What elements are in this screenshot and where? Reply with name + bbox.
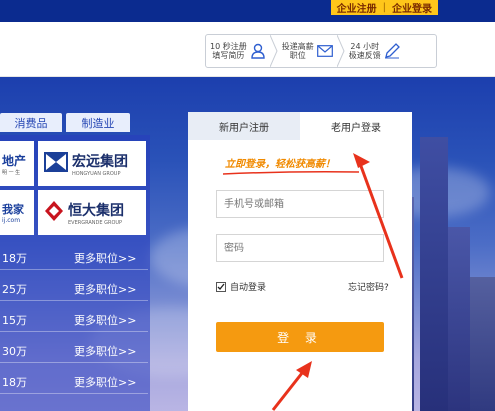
hongyuan-logo-mark	[44, 151, 68, 176]
category-tab-consumer[interactable]: 消费品	[0, 113, 62, 132]
password-input[interactable]	[216, 234, 384, 262]
more-jobs-link[interactable]: 更多职位>>	[74, 374, 136, 390]
category-tab-manufacturing[interactable]: 制造业	[66, 113, 130, 132]
forgot-password-link[interactable]: 忘记密码?	[348, 280, 389, 293]
logo-text: 我家	[2, 203, 24, 216]
tab-existing-user-login[interactable]: 老用户登录	[300, 112, 412, 140]
company-logo-home[interactable]: 我家 ij.com	[0, 190, 34, 235]
enterprise-links: 企业注册 | 企业登录	[330, 0, 438, 15]
list-item: 25万 更多职位>>	[0, 278, 148, 301]
pencil-icon	[384, 43, 400, 59]
login-button[interactable]: 登 录	[216, 322, 384, 352]
phone-email-input[interactable]	[216, 190, 384, 218]
enterprise-register-link[interactable]: 企业注册	[337, 0, 377, 15]
login-tabs: 新用户注册 老用户登录	[188, 112, 412, 140]
salary: 15万	[2, 314, 27, 327]
steps-banner: 10 秒注册 填写简历 投递高薪 职位 24 小时 极速反馈	[205, 34, 437, 68]
top-bar: 企业注册 | 企业登录	[0, 0, 495, 22]
step-line1: 24 小时	[350, 42, 380, 51]
logo-subtext: ij.com	[2, 217, 21, 224]
list-item: 15万 更多职位>>	[0, 309, 148, 332]
list-item: 30万 更多职位>>	[0, 340, 148, 363]
salary: 30万	[2, 345, 27, 358]
more-jobs-link[interactable]: 更多职位>>	[74, 250, 136, 266]
step-line1: 10 秒注册	[210, 42, 247, 51]
list-item: 18万 更多职位>>	[0, 247, 148, 270]
user-icon	[250, 43, 266, 59]
logo-text: 宏远集团	[72, 153, 128, 170]
company-logo-evergrande[interactable]: 恒大集团 EVERGRANDE GROUP	[38, 190, 146, 235]
tab-new-user-register[interactable]: 新用户注册	[188, 112, 300, 140]
more-jobs-link[interactable]: 更多职位>>	[74, 343, 136, 359]
logo-text: 恒大集团	[68, 202, 124, 219]
company-logo-realestate[interactable]: 地产 明 一 生	[0, 141, 34, 186]
evergrande-logo-mark	[44, 200, 64, 226]
company-logo-hongyuan[interactable]: 宏远集团 HONGYUAN GROUP	[38, 141, 146, 186]
step-line1: 投递高薪	[281, 42, 314, 51]
chevron-right-icon	[336, 35, 345, 67]
more-jobs-link[interactable]: 更多职位>>	[74, 281, 136, 297]
login-slogan: 立即登录，轻松获高薪！	[225, 159, 335, 170]
auto-login-checkbox[interactable]: 自动登录	[216, 280, 266, 293]
logo-text: 地产	[2, 153, 27, 168]
step-feedback: 24 小时 极速反馈	[345, 35, 404, 67]
company-logos: 地产 明 一 生 宏远集团 HONGYUAN GROUP 我家 ij.com 恒…	[0, 141, 146, 235]
step-line2: 填写简历	[212, 51, 245, 60]
step-line2: 职位	[289, 51, 306, 60]
enterprise-login-link[interactable]: 企业登录	[392, 0, 432, 15]
login-box: 新用户注册 老用户登录 立即登录，轻松获高薪！ 自动登录 忘记密码? 登 录	[188, 112, 412, 411]
more-jobs-link[interactable]: 更多职位>>	[74, 312, 136, 328]
auto-login-label: 自动登录	[230, 283, 267, 293]
envelope-icon	[316, 43, 333, 59]
chevron-right-icon	[269, 35, 278, 67]
category-tabs: 消费品 制造业	[0, 113, 130, 132]
slogan-underline	[222, 171, 360, 175]
list-item: 18万 更多职位>>	[0, 371, 148, 394]
salary: 25万	[2, 283, 27, 296]
logo-subtext: EVERGRANDE GROUP	[68, 219, 123, 226]
logo-subtext: 明 一 生	[2, 169, 21, 176]
separator: |	[382, 2, 386, 13]
salary: 18万	[2, 252, 27, 265]
step-apply: 投递高薪 职位	[278, 35, 337, 67]
salary: 18万	[2, 376, 27, 389]
checkbox[interactable]	[216, 281, 226, 292]
step-line2: 极速反馈	[348, 51, 381, 60]
step-register: 10 秒注册 填写简历	[206, 35, 270, 67]
logo-subtext: HONGYUAN GROUP	[72, 170, 121, 177]
